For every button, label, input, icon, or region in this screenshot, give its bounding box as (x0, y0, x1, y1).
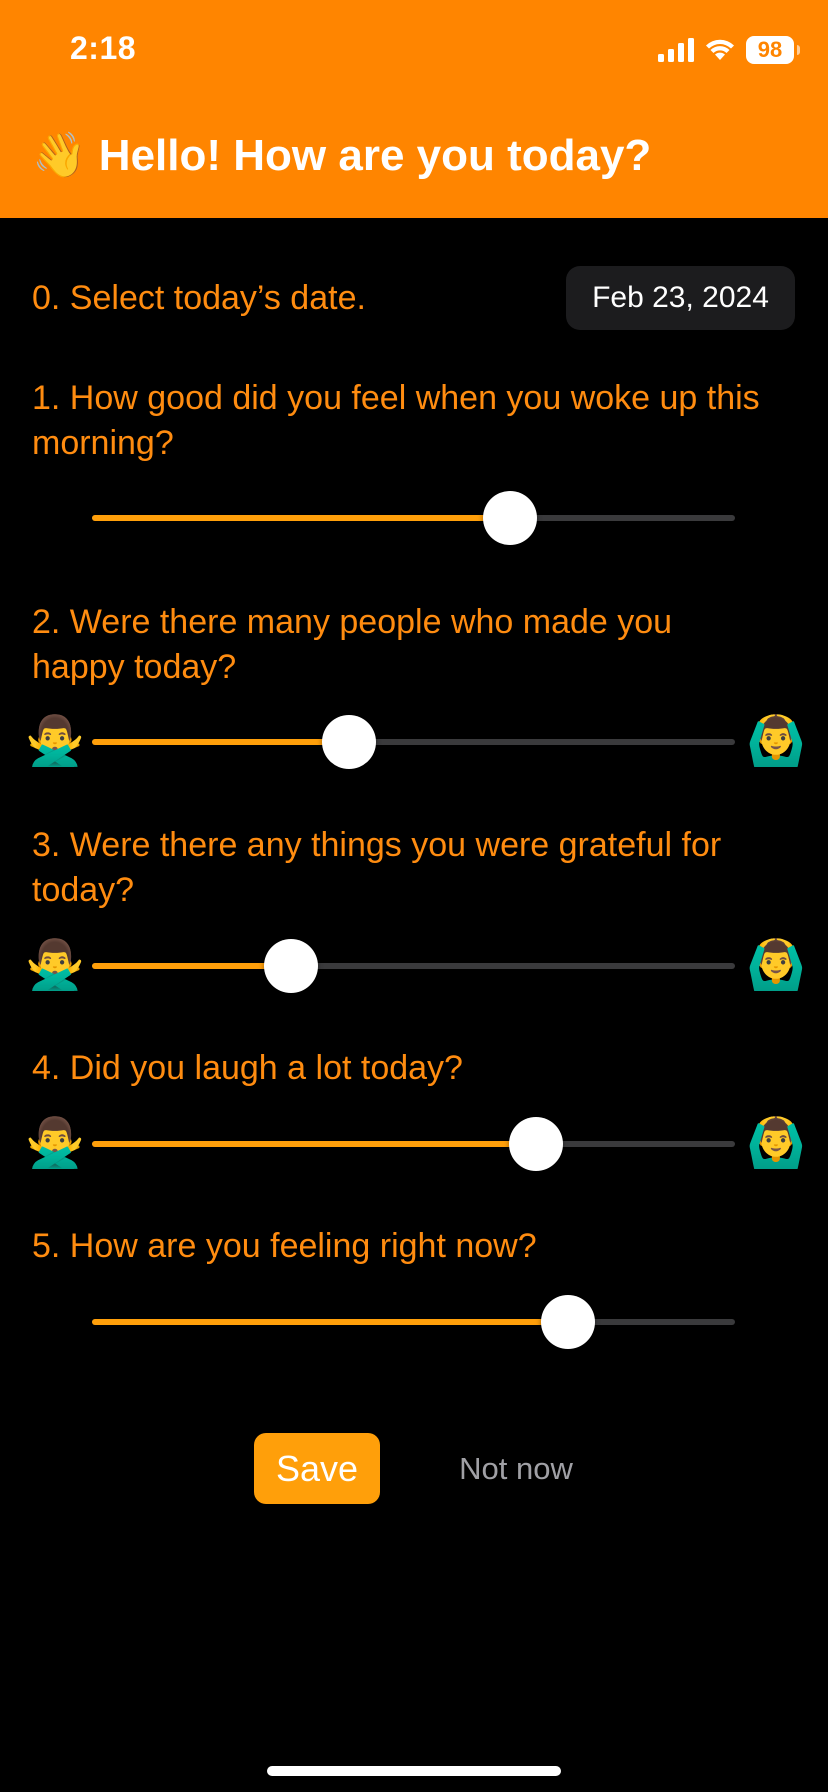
question-3-slider[interactable] (92, 936, 735, 996)
slider-thumb[interactable] (508, 1117, 563, 1171)
question-1-slider[interactable] (92, 488, 735, 548)
question-4-slider[interactable] (92, 1114, 735, 1174)
question-1-text: 1. How good did you feel when you woke u… (32, 379, 760, 462)
gesturing-ok-icon: 🙆‍♂️ (746, 939, 806, 992)
not-now-button[interactable]: Not now (440, 1433, 592, 1504)
status-icons: 98 (658, 34, 800, 66)
page-title: 👋 Hello! How are you today? (32, 128, 651, 184)
slider-fill (92, 1141, 536, 1147)
question-3-text: 3. Were there any things you were gratef… (32, 826, 722, 909)
grinning-face-icon: 😄 (748, 1295, 800, 1348)
slider-fill (92, 1319, 568, 1325)
page-title-text: Hello! How are you today? (98, 131, 652, 180)
battery-icon: 98 (746, 36, 800, 64)
gesturing-no-icon: 🙅‍♂️ (25, 1117, 85, 1170)
cellular-signal-icon (658, 38, 694, 62)
gesturing-no-icon: 🙅‍♂️ (25, 715, 85, 768)
slider-fill (92, 739, 350, 745)
waving-hand-icon: 👋 (32, 131, 87, 180)
question-2-text: 2. Were there many people who made you h… (32, 603, 673, 686)
header-bar: 2:18 98 👋 Hello! How are you today? (0, 0, 828, 218)
slider-thumb[interactable] (264, 939, 319, 993)
slider-thumb[interactable] (482, 491, 537, 545)
date-question-label: 0. Select today’s date. (32, 279, 366, 317)
wifi-icon (706, 39, 734, 60)
grinning-face-icon: 😄 (748, 491, 800, 544)
question-5-text: 5. How are you feeling right now? (32, 1227, 537, 1265)
slider-fill (92, 515, 510, 521)
home-indicator (267, 1766, 561, 1776)
gesturing-ok-icon: 🙆‍♂️ (746, 1117, 806, 1170)
question-5-slider[interactable] (92, 1292, 735, 1352)
gesturing-no-icon: 🙅‍♂️ (25, 939, 85, 992)
status-time: 2:18 (70, 30, 137, 66)
question-4-text: 4. Did you laugh a lot today? (32, 1049, 463, 1087)
angry-face-icon: 😡 (27, 1295, 79, 1348)
slider-thumb[interactable] (540, 1295, 595, 1349)
angry-face-icon: 😡 (27, 491, 79, 544)
slider-fill (92, 963, 292, 969)
save-button[interactable]: Save (254, 1433, 380, 1504)
gesturing-ok-icon: 🙆‍♂️ (746, 715, 806, 768)
slider-thumb[interactable] (322, 715, 377, 769)
question-2-slider[interactable] (92, 712, 735, 772)
date-picker-button[interactable]: Feb 23, 2024 (566, 266, 795, 330)
